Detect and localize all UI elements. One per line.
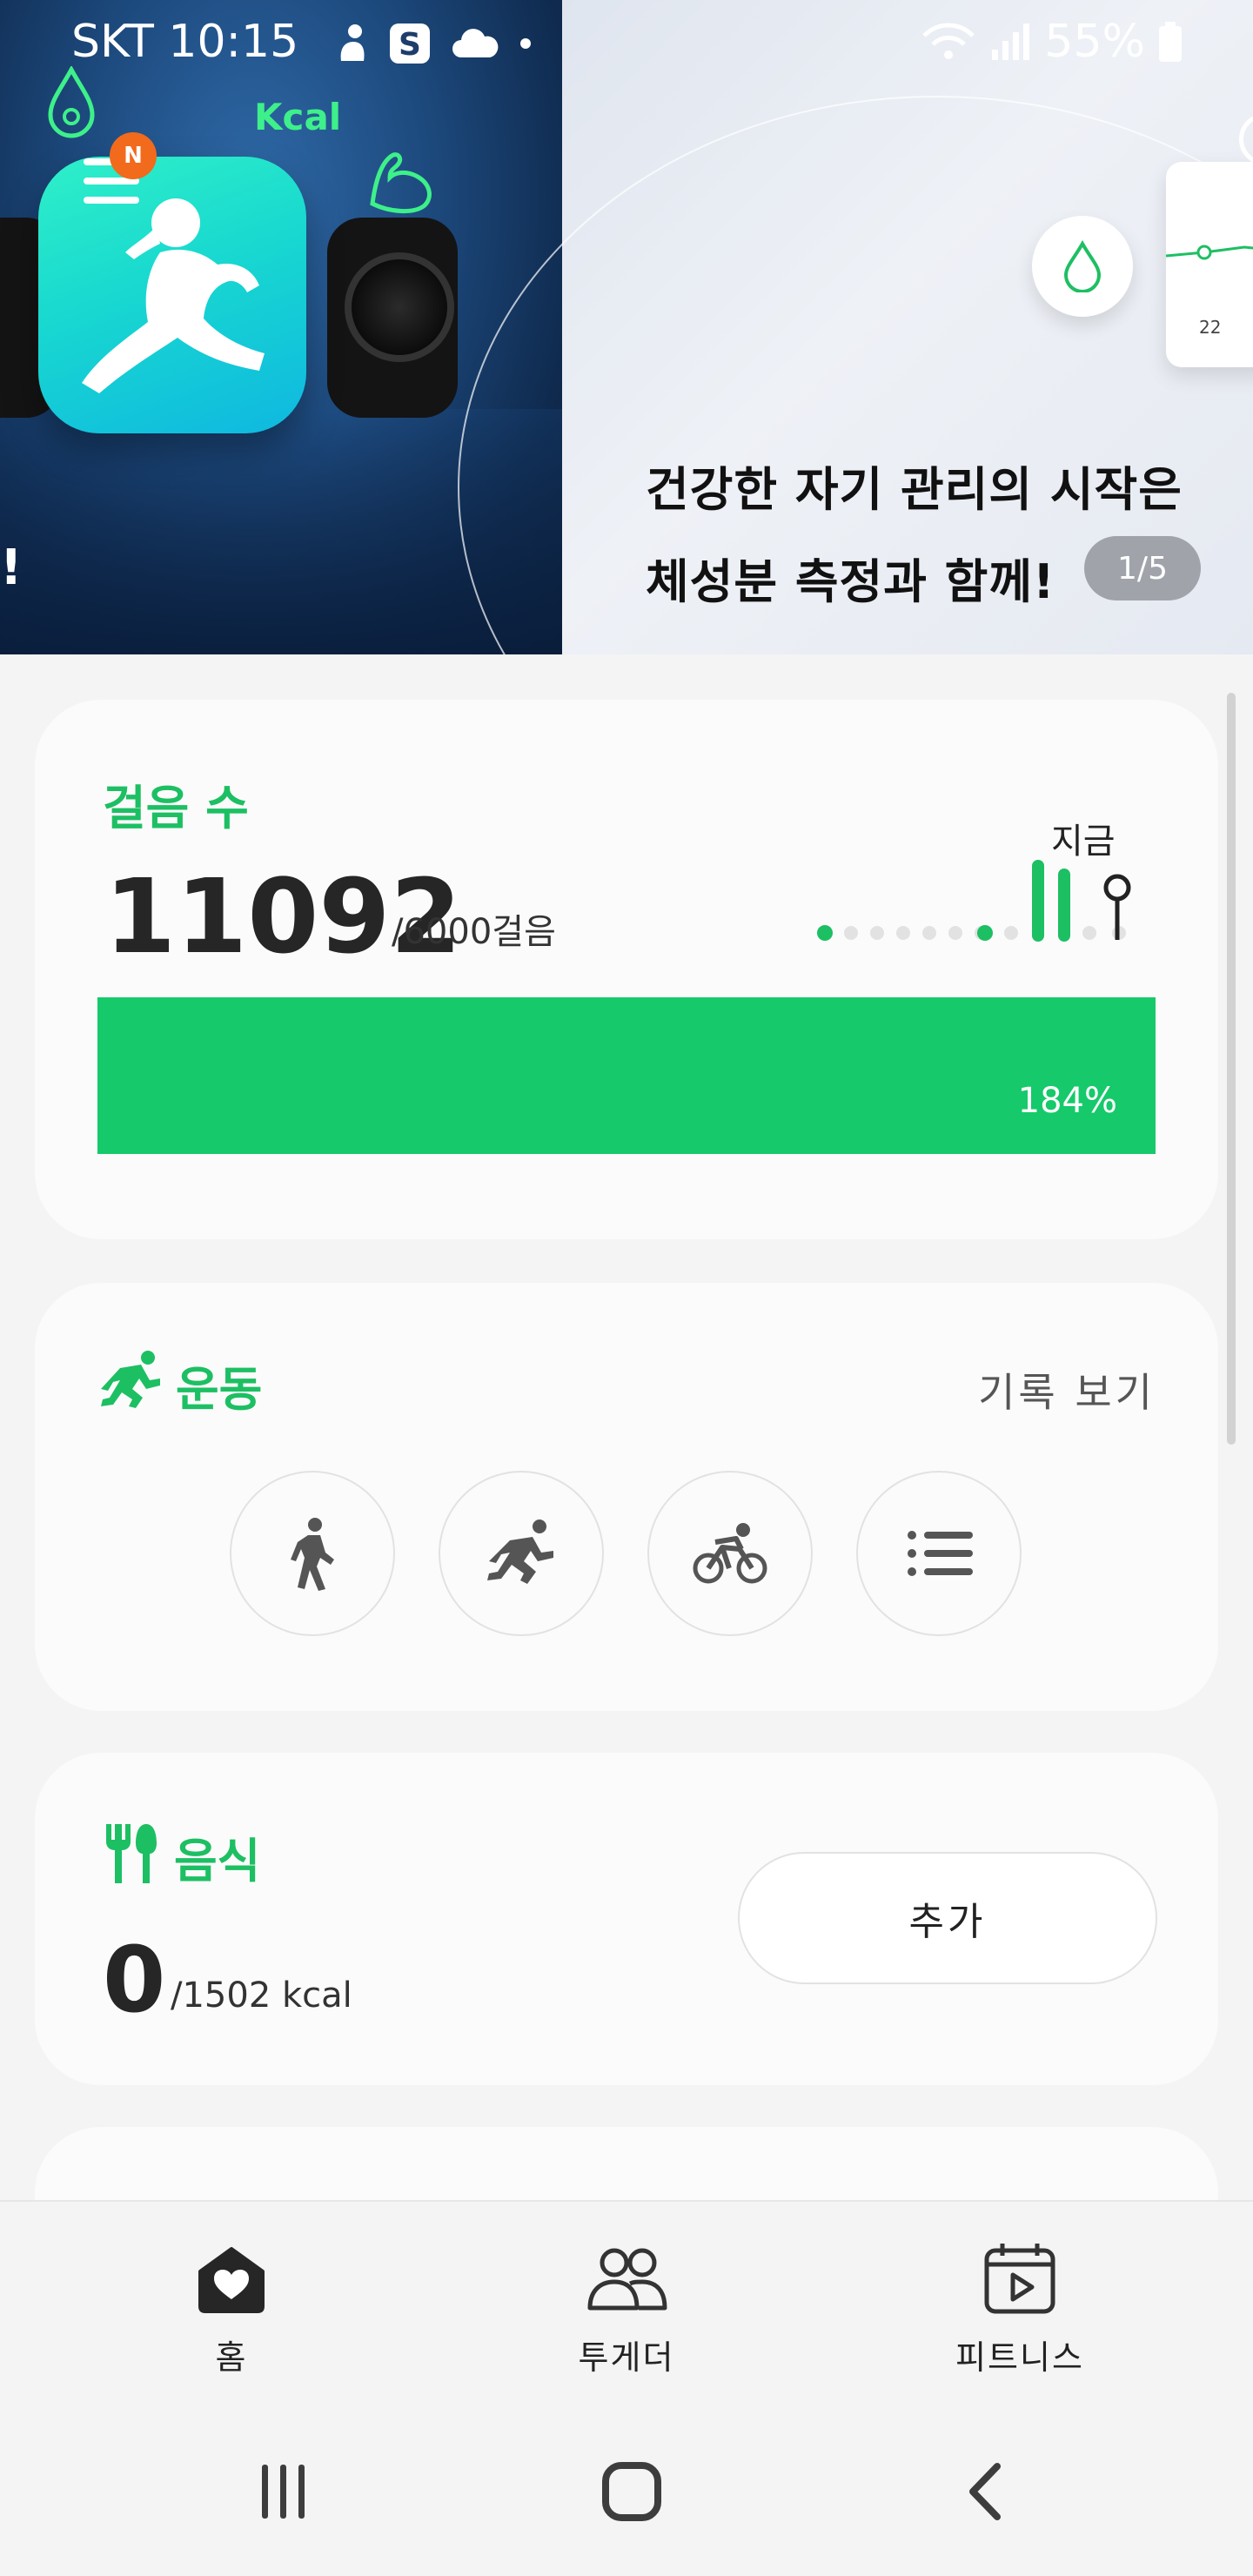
kcal-deco-label: Kcal xyxy=(254,96,342,138)
list-icon xyxy=(908,1531,973,1576)
steps-progress-fill xyxy=(97,997,1156,1154)
promo-banner[interactable]: Kcal N ! 22 건강한 자기 관리의 시작은 체성분 측정과 함께! 1… xyxy=(0,0,1253,654)
notification-badge: N xyxy=(110,132,157,179)
banner-headline-line1: 건강한 자기 관리의 시작은 xyxy=(646,462,1183,517)
mini-line-chart-deco: 22 xyxy=(1166,162,1253,367)
steps-hourly-sparkline xyxy=(817,860,1131,942)
bottom-navigation: 홈 투게더 피트니스 xyxy=(0,2200,1253,2405)
cycling-icon xyxy=(693,1523,767,1584)
nav-together-label: 투게더 xyxy=(578,2338,675,2377)
running-icon xyxy=(487,1519,553,1584)
home-button[interactable] xyxy=(580,2452,684,2531)
svg-text:S: S xyxy=(399,27,421,63)
system-navigation-bar xyxy=(0,2405,1253,2576)
status-bar: SKT 10:15 S 55% xyxy=(0,0,1253,91)
nav-home-tab[interactable]: 홈 xyxy=(101,2237,362,2378)
scrollbar-thumb[interactable] xyxy=(1227,693,1236,1445)
home-square-icon xyxy=(602,2462,661,2521)
prev-slide-text-fragment: ! xyxy=(0,540,23,596)
baby-notification-icon xyxy=(340,24,365,61)
battery-percent: 55% xyxy=(1044,16,1145,68)
food-kcal-goal: /1502 kcal xyxy=(171,1976,352,2016)
nav-fitness-tab[interactable]: 피트니스 xyxy=(889,2237,1150,2378)
recent-apps-button[interactable] xyxy=(231,2452,336,2531)
food-card[interactable]: 음식 0 /1502 kcal 추가 xyxy=(35,1753,1218,2085)
s-app-notification-icon: S xyxy=(390,23,430,64)
steps-card[interactable]: 걸음 수 11092 /6000걸음 지금 184% xyxy=(35,700,1218,1239)
back-button[interactable] xyxy=(933,2452,1037,2531)
samsung-health-app-icon xyxy=(38,157,306,433)
more-notifications-dot-icon xyxy=(520,38,531,49)
walking-workout-button[interactable] xyxy=(230,1471,395,1636)
battery-icon xyxy=(1159,22,1182,62)
walking-icon xyxy=(291,1518,334,1591)
exercise-card[interactable]: 운동 기록 보기 xyxy=(35,1283,1218,1711)
banner-page-counter: 1/5 xyxy=(1084,536,1201,600)
water-drop-bubble-icon xyxy=(1032,216,1133,317)
muscle-deco-icon xyxy=(370,152,432,214)
steps-progress-bar: 184% xyxy=(97,997,1156,1154)
fork-spoon-icon xyxy=(106,1824,157,1883)
cloud-icon xyxy=(452,29,499,57)
steps-goal: /6000걸음 xyxy=(392,912,556,952)
status-system-icons: 55% xyxy=(921,16,1183,68)
home-heart-icon xyxy=(198,2247,265,2313)
food-kcal-value: 0 xyxy=(103,1927,166,2033)
add-food-button[interactable]: 추가 xyxy=(738,1852,1157,1984)
signal-icon xyxy=(992,23,1030,60)
recent-apps-icon xyxy=(262,2465,305,2519)
watch-face-deco xyxy=(345,252,454,362)
banner-headline: 건강한 자기 관리의 시작은 체성분 측정과 함께! xyxy=(646,444,1183,628)
more-workouts-button[interactable] xyxy=(856,1471,1022,1636)
exercise-title: 운동 xyxy=(176,1362,263,1417)
steps-progress-percent: 184% xyxy=(1017,1081,1117,1121)
status-notification-icons: S xyxy=(334,19,533,68)
back-chevron-icon xyxy=(969,2463,1001,2520)
cycling-workout-button[interactable] xyxy=(647,1471,813,1636)
fitness-video-icon xyxy=(984,2244,1055,2314)
view-records-button[interactable]: 기록 보기 xyxy=(978,1361,1156,1419)
running-workout-button[interactable] xyxy=(439,1471,604,1636)
wifi-icon xyxy=(922,23,975,59)
mini-chart-label: 22 xyxy=(1199,317,1222,338)
people-icon xyxy=(587,2248,667,2311)
running-title-icon xyxy=(101,1351,160,1408)
food-title: 음식 xyxy=(174,1834,261,1888)
steps-title: 걸음 수 xyxy=(103,781,249,835)
nav-fitness-label: 피트니스 xyxy=(955,2338,1084,2377)
nav-together-tab[interactable]: 투게더 xyxy=(496,2237,757,2378)
status-carrier-time: SKT 10:15 xyxy=(71,16,299,68)
nav-home-label: 홈 xyxy=(215,2338,248,2377)
